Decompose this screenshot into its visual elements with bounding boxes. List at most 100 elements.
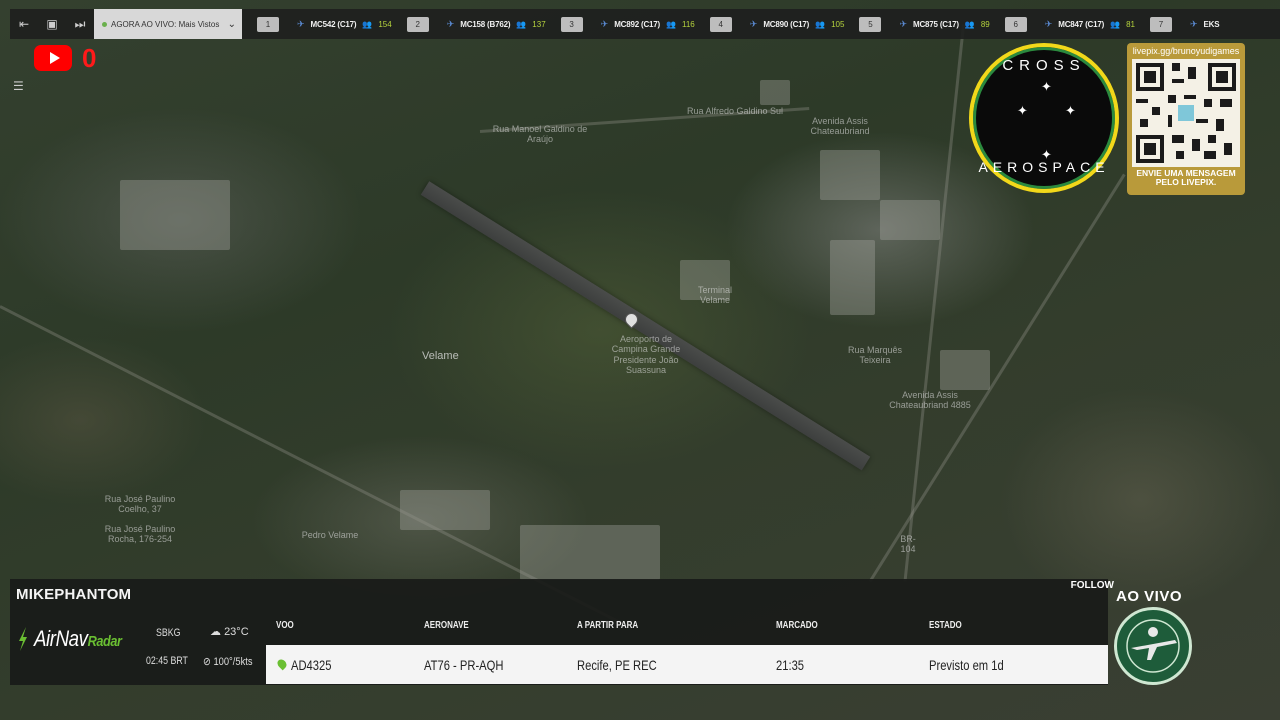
now-live-dropdown[interactable]: AGORA AO VIVO: Mais Vistos ⌄ <box>94 9 242 39</box>
cloud-icon: ☁ <box>210 626 221 638</box>
local-time: 02:45 BRT <box>146 655 188 667</box>
cell-aircraft: AT76 - PR-AQH <box>424 657 504 673</box>
map-building <box>760 80 790 105</box>
cell-scheduled: 21:35 <box>776 657 805 673</box>
flight-viewers: 105 <box>831 19 845 29</box>
airnav-radar-logo: AirNavRadar <box>16 625 137 653</box>
flight-callsign: MC875 (C17) <box>913 19 959 29</box>
map-building <box>880 200 940 240</box>
plane-icon: ✈ <box>1189 18 1198 29</box>
map-road <box>903 24 966 582</box>
flight-rank: 7 <box>1149 16 1172 32</box>
map-label-street: Pedro Velame <box>301 530 359 540</box>
top-flight-item[interactable]: 6 ✈ MC847 (C17) 👥 81 <box>1004 9 1135 39</box>
map-building <box>940 350 990 390</box>
top-flight-item[interactable]: 7 ✈ EKS <box>1149 9 1220 39</box>
plane-icon: ✈ <box>1044 18 1053 29</box>
star-icon: ✦ <box>1041 79 1052 94</box>
airnav-logo-icon <box>19 627 27 651</box>
map-label-terminal: Terminal Velame <box>697 285 732 306</box>
flight-callsign: MC158 (B762) <box>460 19 511 29</box>
livepix-qr-panel: livepix.gg/brunoyudigames ENVIE UMA MENS… <box>1127 43 1245 195</box>
channel-badge <box>1114 607 1192 685</box>
map-label-street: Avenida Assis Chateaubriand 4885 <box>889 390 971 411</box>
cross-aerospace-logo: CROSS ✦ ✦ ✦ ✦ AEROSPACE <box>969 43 1119 193</box>
plane-icon: ✈ <box>297 18 305 29</box>
plane-icon: ✈ <box>446 18 455 29</box>
plane-icon: ✈ <box>899 18 908 29</box>
viewers-icon: 👥 <box>815 19 826 29</box>
viewers-icon: 👥 <box>1110 19 1121 29</box>
cell-status: Previsto em 1d <box>929 657 1004 673</box>
viewers-icon: 👥 <box>362 19 373 29</box>
viewers-icon: 👥 <box>516 19 527 29</box>
flight-callsign: EKS <box>1203 19 1220 29</box>
temperature: ☁ 23°C <box>210 625 249 638</box>
top-flight-item[interactable]: 5 ✈ MC875 (C17) 👥 89 <box>859 9 990 39</box>
map-building <box>520 525 660 580</box>
cell-flight: AD4325 <box>291 657 332 673</box>
header-route: A PARTIR PARA <box>577 620 639 631</box>
flight-callsign: MC542 (C17) <box>310 19 357 29</box>
chevron-down-icon: ⌄ <box>227 18 236 30</box>
header-scheduled: MARCADO <box>776 620 818 631</box>
header-status: ESTADO <box>929 620 962 631</box>
live-dot-icon <box>102 21 107 27</box>
livepix-caption-line: PELO LIVEPIX. <box>1155 176 1217 187</box>
map-building <box>830 240 875 315</box>
username: MIKEPHANTOM <box>16 586 132 603</box>
now-live-label: AGORA AO VIVO: Mais Vistos <box>111 19 220 29</box>
list-icon[interactable]: ☰ <box>13 79 29 93</box>
brand-main: AirNav <box>34 626 88 651</box>
top-flight-item[interactable]: 4 ✈ MC890 (C17) 👥 105 <box>709 9 845 39</box>
map-label-street: Avenida Assis Chateaubriand <box>810 116 870 137</box>
livepix-url: livepix.gg/brunoyudigames <box>1132 46 1240 56</box>
map-label-street: Rua Alfredo Galdino Sul <box>686 106 784 116</box>
livepix-caption: ENVIE UMA MENSAGEM PELO LIVEPIX. <box>1127 169 1245 187</box>
top-flight-item[interactable]: 3 ✈ MC892 (C17) 👥 116 <box>560 9 695 39</box>
location-pin-icon <box>275 657 289 671</box>
viewers-icon: 👥 <box>964 19 975 29</box>
cell-route: Recife, PE REC <box>577 657 657 673</box>
top-bar: ⇤ ▣ ⏭ AGORA AO VIVO: Mais Vistos ⌄ 1 ✈ M… <box>10 9 1280 39</box>
map-building <box>120 180 230 250</box>
airplane-badge-icon <box>1126 619 1180 673</box>
flight-row[interactable]: AD4325 AT76 - PR-AQH Recife, PE REC 21:3… <box>266 645 1108 684</box>
map-building <box>820 150 880 200</box>
window-icon[interactable]: ▣ <box>38 9 66 39</box>
map-label-street: Rua Manoel Galdino de Araújo <box>492 124 588 145</box>
flight-viewers: 116 <box>682 19 695 29</box>
flight-viewers: 137 <box>532 19 546 29</box>
map-building <box>400 490 490 530</box>
flight-info-panel: MIKEPHANTOM FOLLOW AirNavRadar SBKG 02:4… <box>10 579 1114 685</box>
brand-sub: Radar <box>87 633 122 650</box>
flight-rank: 6 <box>1004 16 1027 32</box>
wind-value: 100°/5kts <box>213 656 253 668</box>
youtube-icon[interactable] <box>34 45 72 71</box>
flight-callsign: MC892 (C17) <box>614 19 661 29</box>
flight-rank: 1 <box>257 16 279 32</box>
top-flight-item[interactable]: 2 ✈ MC158 (B762) 👥 137 <box>406 9 546 39</box>
top-flight-item[interactable]: 1 ✈ MC542 (C17) 👥 154 <box>257 9 392 39</box>
skip-icon[interactable]: ⏭ <box>66 9 94 39</box>
youtube-count: 0 <box>82 43 97 73</box>
star-icon: ✦ <box>1017 103 1028 118</box>
map-label-street: BR-104 <box>900 534 916 555</box>
airport-code: SBKG <box>156 627 181 639</box>
plane-icon: ✈ <box>749 18 758 29</box>
flight-rank: 2 <box>406 16 429 32</box>
map-label-velame: Velame <box>422 350 459 362</box>
flight-viewers: 81 <box>1126 19 1135 29</box>
follow-button[interactable]: FOLLOW <box>1071 580 1114 591</box>
qr-code-icon[interactable] <box>1132 59 1240 167</box>
plane-icon: ✈ <box>600 18 609 29</box>
map-label-street: Rua Marquês Teixeira <box>847 345 903 366</box>
flight-viewers: 89 <box>980 19 990 29</box>
runway <box>420 181 871 471</box>
viewers-icon: 👥 <box>666 19 676 29</box>
map-label-street: Rua José Paulino Coelho, 37 <box>104 494 176 515</box>
map-label-street: Rua José Paulino Rocha, 176-254 <box>104 524 176 545</box>
collapse-icon[interactable]: ⇤ <box>10 9 38 39</box>
flight-rank: 3 <box>560 16 583 32</box>
flight-viewers: 154 <box>378 19 392 29</box>
